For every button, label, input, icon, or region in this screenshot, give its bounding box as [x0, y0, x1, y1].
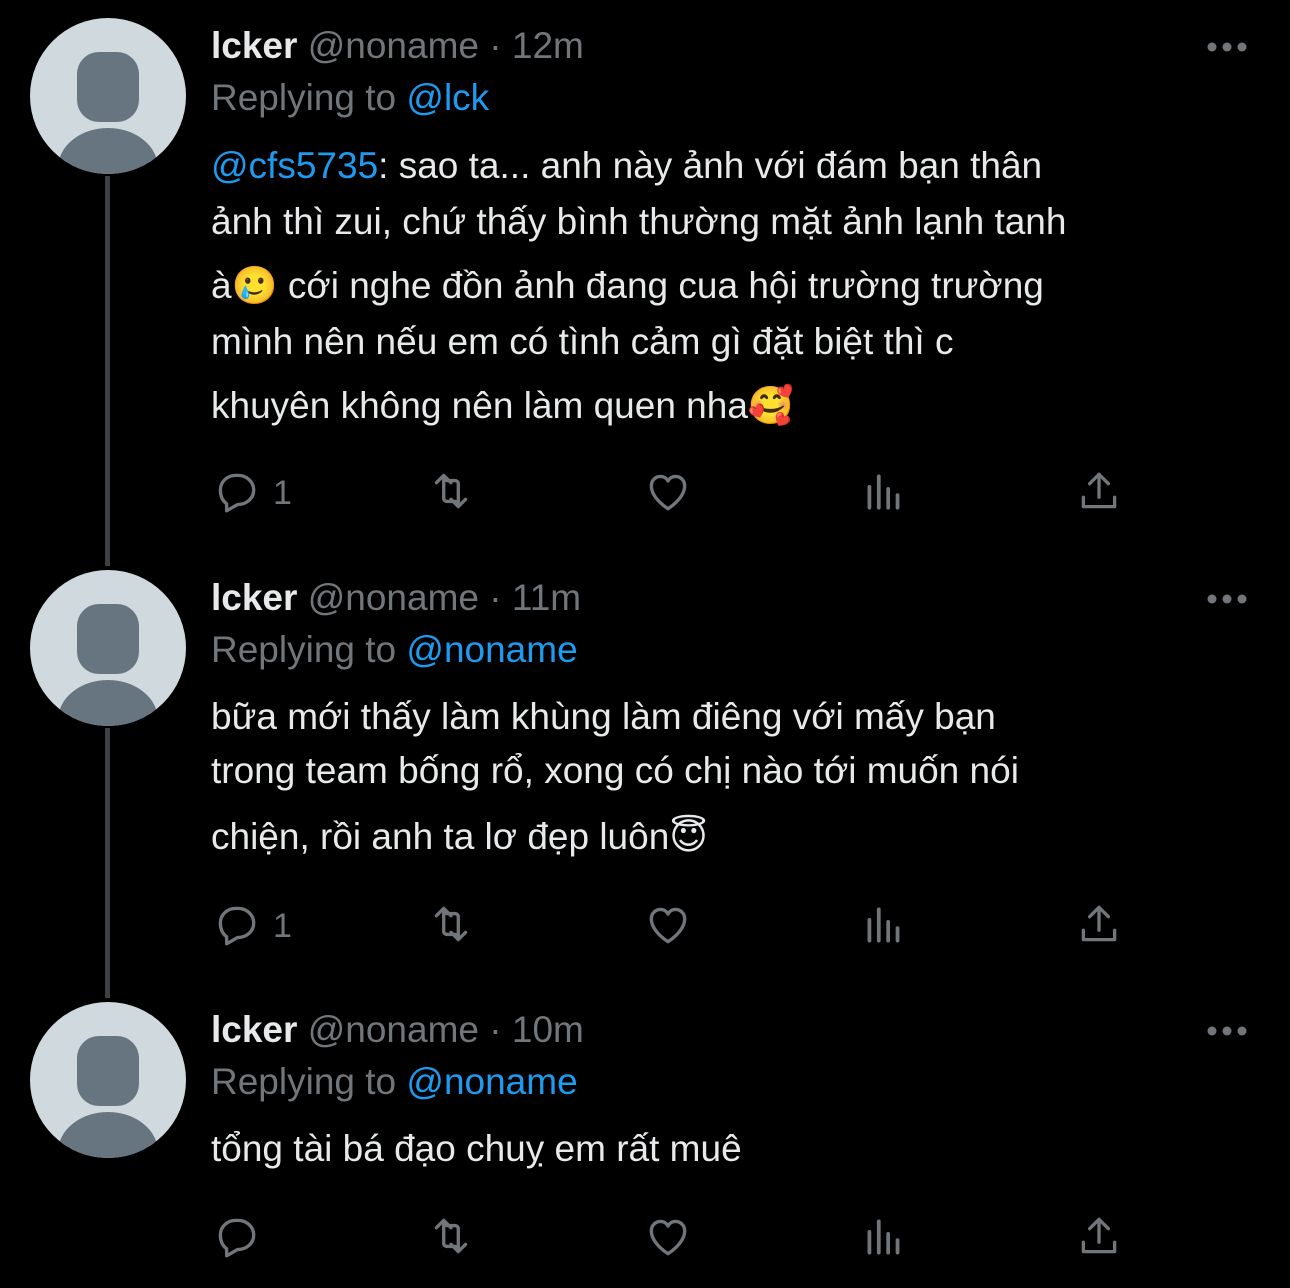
tweet-text: tổng tài bá đạo chuỵ em rất muê — [211, 1122, 1251, 1176]
like-button[interactable] — [643, 465, 693, 521]
heart-icon — [643, 466, 693, 521]
retweet-button[interactable] — [426, 898, 476, 954]
separator-dot: · — [489, 577, 502, 618]
retweet-button[interactable] — [426, 1210, 476, 1266]
retweet-icon — [426, 466, 476, 521]
views-button[interactable] — [859, 898, 909, 954]
more-icon[interactable] — [1207, 40, 1247, 52]
more-icon[interactable] — [1207, 1024, 1247, 1036]
user-handle[interactable]: @noname — [308, 25, 479, 66]
action-bar: 1 — [211, 465, 1131, 521]
replying-to-link[interactable]: @noname — [406, 629, 577, 670]
timestamp[interactable]: 10m — [512, 1009, 584, 1050]
tweet[interactable]: lcker @noname · 12m Replying to @lck @cf… — [0, 18, 1290, 538]
replying-to: Replying to @lck — [211, 74, 489, 122]
reply-button[interactable] — [211, 1210, 273, 1266]
reply-icon — [211, 1211, 261, 1266]
separator-dot: · — [489, 1009, 502, 1050]
avatar[interactable] — [30, 18, 186, 174]
text-line: @cfs5735: sao ta... anh này ảnh với đám … — [211, 145, 1043, 186]
text-line: mình nên nếu em có tình cảm gì đặt biệt … — [211, 321, 954, 362]
replying-prefix: Replying to — [211, 1061, 397, 1102]
like-button[interactable] — [643, 1210, 693, 1266]
text-line: bữa mới thấy làm khùng làm điêng với mấy… — [211, 696, 996, 737]
replying-to-link[interactable]: @lck — [406, 77, 489, 118]
retweet-button[interactable] — [426, 465, 476, 521]
heart-icon — [643, 1211, 693, 1266]
replying-to: Replying to @noname — [211, 626, 578, 674]
share-icon — [1074, 1211, 1124, 1266]
reply-icon — [211, 899, 261, 954]
retweet-icon — [426, 1211, 476, 1266]
text-line: à🥲 cới nghe đồn ảnh đang cua hội trường … — [211, 265, 1044, 306]
separator-dot: · — [489, 25, 502, 66]
avatar[interactable] — [30, 570, 186, 726]
replying-prefix: Replying to — [211, 77, 397, 118]
text-line: chiện, rồi anh ta lơ đẹp luôn😇 — [211, 816, 708, 857]
views-icon — [859, 899, 909, 954]
mention-link[interactable]: @cfs5735 — [211, 145, 378, 186]
heart-icon — [643, 899, 693, 954]
action-bar: 1 — [211, 898, 1131, 954]
replying-to-link[interactable]: @noname — [406, 1061, 577, 1102]
text-line: trong team bống rổ, xong có chị nào tới … — [211, 750, 1019, 791]
tweet-header: lcker @noname · 11m — [211, 574, 581, 622]
more-icon[interactable] — [1207, 592, 1247, 604]
tweet[interactable]: lcker @noname · 11m Replying to @noname … — [0, 570, 1290, 970]
reply-count: 1 — [273, 473, 292, 512]
share-button[interactable] — [1074, 1210, 1124, 1266]
share-icon — [1074, 899, 1124, 954]
share-icon — [1074, 466, 1124, 521]
action-bar — [211, 1210, 1131, 1266]
reply-button[interactable]: 1 — [211, 898, 292, 954]
user-handle[interactable]: @noname — [308, 577, 479, 618]
reply-count: 1 — [273, 906, 292, 945]
user-handle[interactable]: @noname — [308, 1009, 479, 1050]
share-button[interactable] — [1074, 898, 1124, 954]
text-line: tổng tài bá đạo chuỵ em rất muê — [211, 1128, 742, 1169]
tweet-header: lcker @noname · 12m — [211, 22, 584, 70]
tweet-text: bữa mới thấy làm khùng làm điêng với mấy… — [211, 690, 1251, 864]
views-button[interactable] — [859, 1210, 909, 1266]
timestamp[interactable]: 11m — [512, 577, 581, 618]
reply-button[interactable]: 1 — [211, 465, 292, 521]
tweet[interactable]: lcker @noname · 10m Replying to @noname … — [0, 1002, 1290, 1272]
views-button[interactable] — [859, 465, 909, 521]
display-name[interactable]: lcker — [211, 25, 297, 66]
retweet-icon — [426, 899, 476, 954]
tweet-header: lcker @noname · 10m — [211, 1006, 584, 1054]
display-name[interactable]: lcker — [211, 1009, 297, 1050]
views-icon — [859, 466, 909, 521]
replying-to: Replying to @noname — [211, 1058, 578, 1106]
tweet-text: @cfs5735: sao ta... anh này ảnh với đám … — [211, 138, 1251, 434]
text-line: khuyên không nên làm quen nha🥰 — [211, 385, 794, 426]
share-button[interactable] — [1074, 465, 1124, 521]
text-line: ảnh thì zui, chứ thấy bình thường mặt ản… — [211, 201, 1067, 242]
replying-prefix: Replying to — [211, 629, 397, 670]
avatar[interactable] — [30, 1002, 186, 1158]
like-button[interactable] — [643, 898, 693, 954]
display-name[interactable]: lcker — [211, 577, 297, 618]
timestamp[interactable]: 12m — [512, 25, 584, 66]
views-icon — [859, 1211, 909, 1266]
reply-icon — [211, 466, 261, 521]
